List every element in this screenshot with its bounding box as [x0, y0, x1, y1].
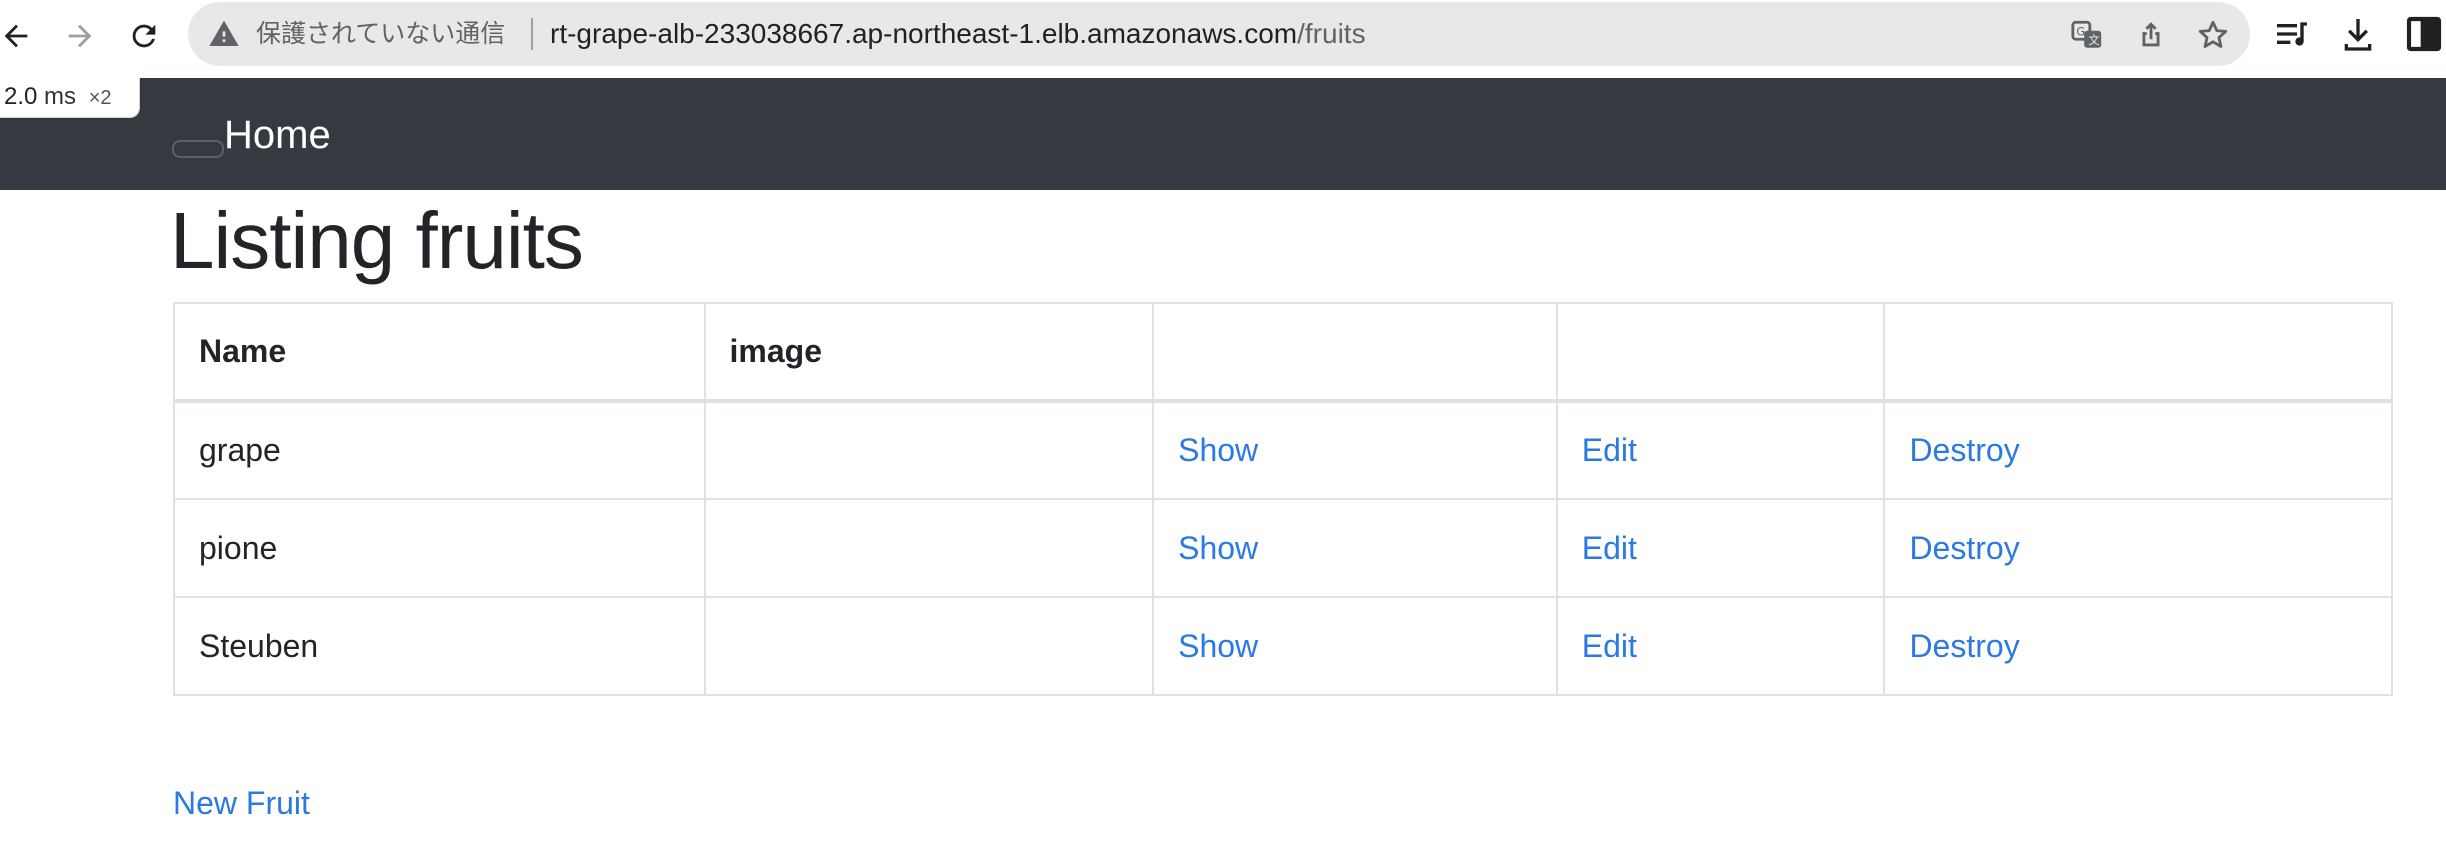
back-arrow-icon: [4, 24, 28, 48]
fruit-image-cell: [703, 498, 1155, 598]
fruit-name-cell: Steuben: [173, 596, 706, 696]
table-row: grape Show Edit Destroy: [173, 400, 2393, 500]
show-cell: Show: [1152, 596, 1558, 696]
perf-multiplier: ×2: [88, 87, 112, 109]
navbar: Home: [0, 78, 2446, 190]
show-link[interactable]: Show: [1178, 432, 1258, 468]
fruit-name-cell: pione: [173, 498, 706, 598]
reload-button[interactable]: [122, 14, 166, 58]
star-icon[interactable]: [2196, 18, 2230, 52]
column-header-image: image: [703, 302, 1155, 403]
show-link[interactable]: Show: [1178, 530, 1258, 566]
edit-cell: Edit: [1555, 400, 1886, 500]
navbar-brand-home-link[interactable]: Home: [224, 78, 331, 190]
fruits-table: Name image grape Show Edit Destroy pione…: [173, 302, 2393, 696]
warning-icon[interactable]: [208, 18, 240, 50]
new-fruit-link[interactable]: New Fruit: [173, 778, 310, 828]
download-icon[interactable]: [2338, 14, 2378, 54]
table-header-row: Name image: [173, 302, 2393, 403]
destroy-link[interactable]: Destroy: [1909, 628, 2019, 664]
translate-icon[interactable]: G文: [2070, 18, 2104, 52]
destroy-link[interactable]: Destroy: [1909, 530, 2019, 566]
show-link[interactable]: Show: [1178, 628, 1258, 664]
edit-cell: Edit: [1555, 596, 1886, 696]
fruit-name-cell: grape: [173, 400, 706, 500]
browser-toolbar: 保護されていない通信 rt-grape-alb-233038667.ap-nor…: [0, 0, 2446, 78]
table-row: pione Show Edit Destroy: [173, 498, 2393, 598]
share-icon[interactable]: [2134, 18, 2168, 52]
url-path: /fruits: [1297, 18, 1366, 49]
forward-arrow-icon: [68, 24, 92, 48]
destroy-link[interactable]: Destroy: [1909, 432, 2019, 468]
destroy-cell: Destroy: [1883, 400, 2393, 500]
destroy-cell: Destroy: [1883, 596, 2393, 696]
side-panel-icon[interactable]: [2404, 14, 2444, 54]
back-button[interactable]: [0, 14, 38, 58]
forward-button[interactable]: [58, 14, 102, 58]
perf-unit: ms: [44, 83, 77, 110]
edit-link[interactable]: Edit: [1582, 628, 1637, 664]
edit-link[interactable]: Edit: [1582, 530, 1637, 566]
svg-text:G: G: [2076, 25, 2085, 39]
show-cell: Show: [1152, 498, 1558, 598]
fruit-image-cell: [703, 400, 1155, 500]
perf-badge: 2.0 ms ×2: [0, 78, 140, 118]
security-label[interactable]: 保護されていない通信: [256, 2, 505, 66]
edit-cell: Edit: [1555, 498, 1886, 598]
fruit-image-cell: [703, 596, 1155, 696]
table-row: Steuben Show Edit Destroy: [173, 596, 2393, 696]
url-host: rt-grape-alb-233038667.ap-northeast-1.el…: [550, 18, 1298, 49]
column-header-show: [1152, 302, 1558, 403]
navbar-toggler-button[interactable]: [172, 140, 224, 158]
edit-link[interactable]: Edit: [1582, 432, 1637, 468]
perf-time: 2.0: [4, 83, 38, 110]
column-header-edit: [1555, 302, 1886, 403]
url-text[interactable]: rt-grape-alb-233038667.ap-northeast-1.el…: [550, 2, 1366, 66]
address-bar[interactable]: 保護されていない通信 rt-grape-alb-233038667.ap-nor…: [188, 2, 2250, 66]
url-divider: [531, 18, 533, 50]
column-header-name: Name: [173, 302, 706, 403]
destroy-cell: Destroy: [1883, 498, 2393, 598]
show-cell: Show: [1152, 400, 1558, 500]
svg-text:文: 文: [2088, 33, 2099, 47]
reading-list-icon[interactable]: [2272, 14, 2312, 54]
column-header-destroy: [1883, 302, 2393, 403]
reload-icon: [132, 24, 156, 48]
page-title: Listing fruits: [170, 196, 584, 285]
